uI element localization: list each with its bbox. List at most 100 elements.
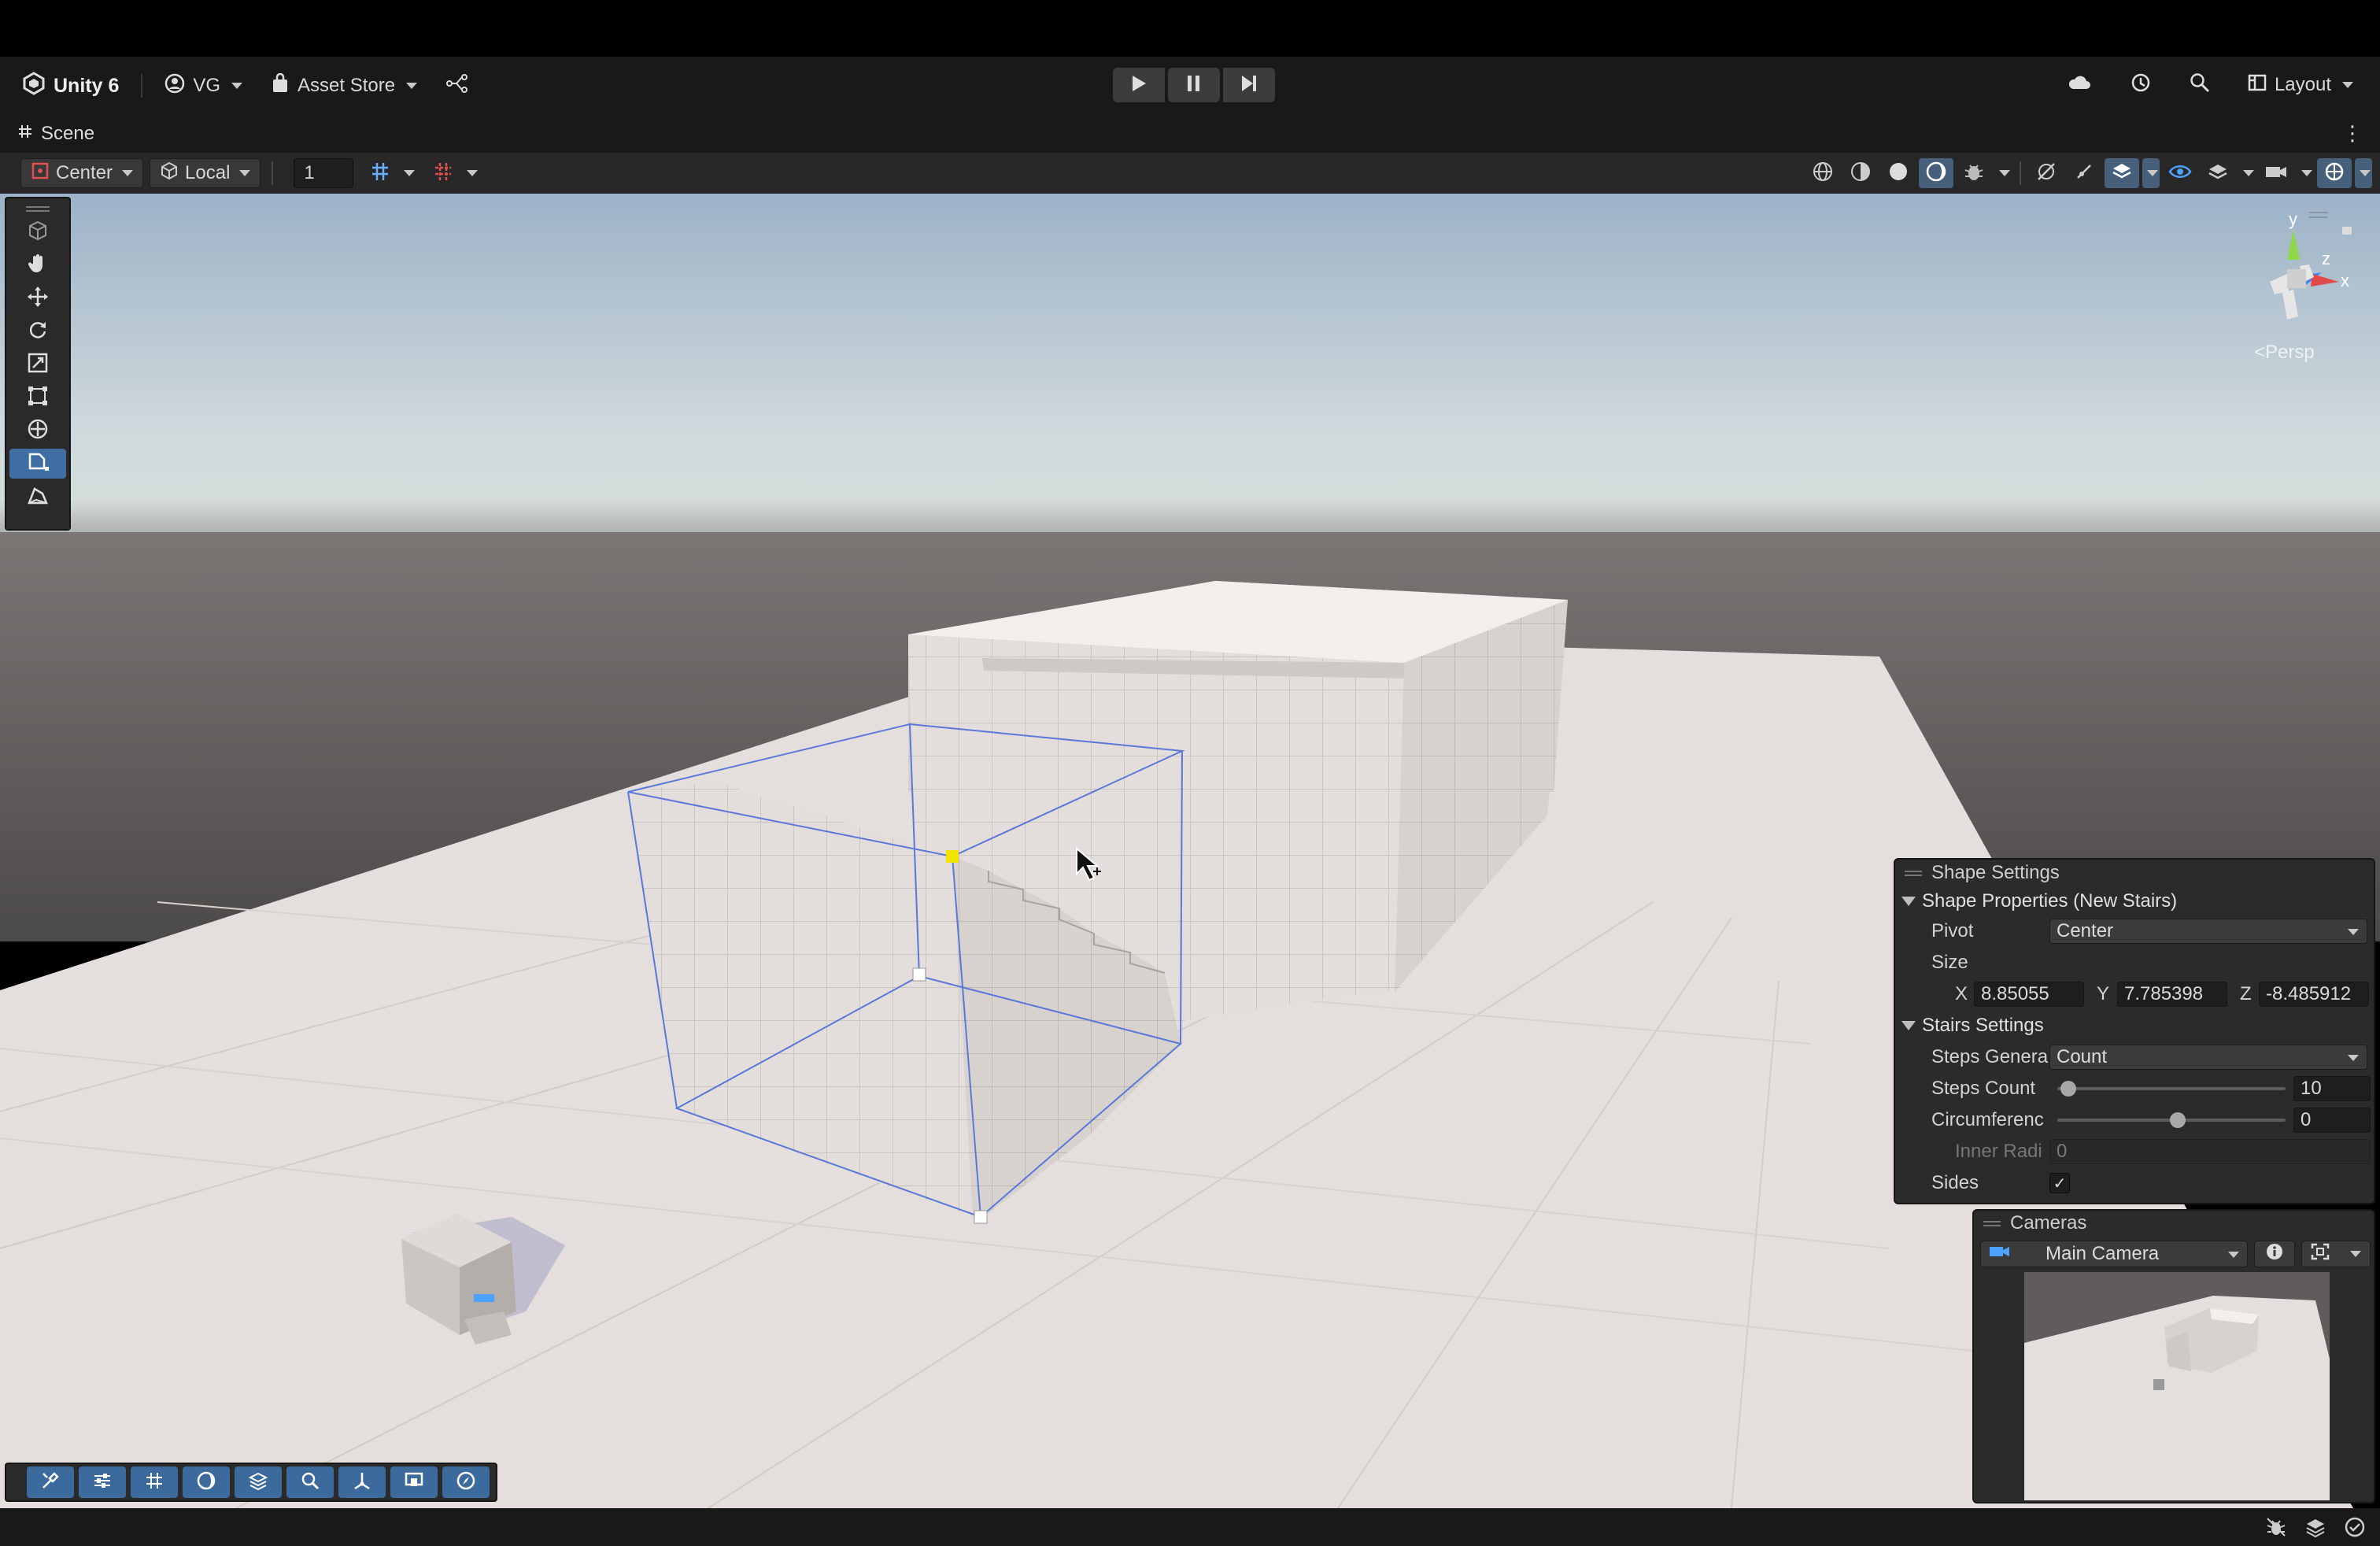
layout-dropdown[interactable]: Layout <box>2237 68 2364 102</box>
search-overlay-button[interactable] <box>286 1466 334 1498</box>
grid-snapping-button[interactable] <box>131 1466 178 1498</box>
move-tool-button[interactable] <box>9 283 66 313</box>
foldout-arrow-icon <box>1901 1021 1916 1030</box>
steps-count-label: Steps Count <box>1931 1078 2036 1099</box>
gizmos-toggle-button[interactable] <box>2317 158 2352 188</box>
grid-snap-button[interactable] <box>363 158 397 188</box>
transform-tool-button[interactable] <box>9 416 66 446</box>
cameras-header[interactable]: Cameras <box>1974 1211 2374 1236</box>
toolbar-divider <box>272 161 274 185</box>
search-button[interactable] <box>2179 68 2221 102</box>
unity-logo-button[interactable]: Unity 6 <box>11 68 130 103</box>
camera-info-button[interactable] <box>2254 1241 2295 1267</box>
tool-settings-button[interactable] <box>79 1466 126 1498</box>
debug-icon[interactable] <box>2265 1516 2287 1542</box>
stairs-settings-foldout[interactable]: Stairs Settings <box>1895 1011 2374 1041</box>
drag-handle[interactable] <box>6 203 69 214</box>
account-dropdown[interactable]: VG <box>153 68 253 103</box>
cache-server-icon[interactable] <box>2304 1516 2326 1542</box>
light-icon <box>2073 161 2095 187</box>
sides-row: Sides ✓ <box>1895 1168 2374 1198</box>
circumference-field[interactable]: 0 <box>2293 1108 2371 1133</box>
gizmos-dropdown[interactable] <box>2355 158 2372 188</box>
tools-overlay-button[interactable] <box>27 1466 74 1498</box>
version-control-button[interactable] <box>434 68 480 103</box>
navigation-overlay-button[interactable] <box>442 1466 490 1498</box>
layers-dropdown[interactable] <box>2238 158 2256 188</box>
size-y-label[interactable]: Y <box>2097 983 2109 1005</box>
scale-tool-button[interactable] <box>9 350 66 379</box>
steps-count-field[interactable]: 10 <box>2293 1076 2371 1101</box>
steps-count-slider-handle[interactable] <box>2060 1081 2076 1097</box>
camera-settings-button[interactable] <box>2259 158 2293 188</box>
cloud-button[interactable] <box>2056 68 2103 102</box>
size-z-label[interactable]: Z <box>2240 983 2252 1005</box>
wireframe-draw-mode-button[interactable] <box>1805 158 1840 188</box>
pivot-handle-yellow <box>946 850 959 863</box>
debug-draw-mode-button[interactable] <box>1957 158 1991 188</box>
camera-monitor-icon <box>404 1470 424 1495</box>
circumference-slider-handle[interactable] <box>2170 1112 2186 1128</box>
size-y-field[interactable]: 7.785398 <box>2117 982 2227 1007</box>
size-x-label[interactable]: X <box>1955 983 1968 1005</box>
effects-toggle-button[interactable] <box>2105 158 2139 188</box>
layout-icon <box>2248 73 2267 98</box>
camera-select-dropdown[interactable]: Main Camera <box>1980 1241 2248 1267</box>
2d-toggle-button[interactable] <box>2029 158 2064 188</box>
projection-toggle[interactable]: <Persp <box>2254 342 2315 364</box>
camera-settings-dropdown[interactable] <box>2297 158 2314 188</box>
shape-settings-header[interactable]: Shape Settings <box>1895 860 2374 886</box>
chevron-down-icon <box>2342 82 2353 88</box>
probuilder-shape-tool-button[interactable] <box>9 449 66 479</box>
undo-history-button[interactable] <box>2119 68 2163 102</box>
poly-shape-tool-button[interactable] <box>9 482 66 512</box>
checkmark-icon: ✓ <box>2053 1174 2067 1193</box>
hand-tool-button[interactable] <box>9 250 66 280</box>
pivot-rotation-dropdown[interactable]: Local <box>150 158 261 188</box>
scene-visibility-button[interactable] <box>2163 158 2197 188</box>
increment-snap-button[interactable] <box>426 158 460 188</box>
rect-tool-button[interactable] <box>9 383 66 412</box>
size-z-field[interactable]: -8.485912 <box>2259 982 2369 1007</box>
rotate-tool-button[interactable] <box>9 316 66 346</box>
tab-scene[interactable]: Scene <box>17 123 94 145</box>
pivot-dropdown[interactable]: Center <box>2049 919 2367 944</box>
info-icon <box>2266 1243 2283 1266</box>
gizmo-layers-button[interactable] <box>2201 158 2235 188</box>
lighting-toggle-button[interactable] <box>2067 158 2101 188</box>
shaded-mode-button[interactable] <box>1919 158 1953 188</box>
effects-dropdown[interactable] <box>2142 158 2160 188</box>
cameras-overlay: Cameras Main Camera <box>1972 1209 2375 1503</box>
check-circle-icon[interactable] <box>2344 1516 2366 1542</box>
shape-properties-foldout[interactable]: Shape Properties (New Stairs) <box>1895 886 2374 916</box>
layout-label: Layout <box>2274 74 2331 95</box>
view-tool-cube-button[interactable] <box>9 217 66 247</box>
play-button[interactable] <box>1113 68 1165 102</box>
view-options-button[interactable] <box>235 1466 282 1498</box>
sides-checkbox[interactable]: ✓ <box>2049 1173 2070 1193</box>
pause-button[interactable] <box>1168 68 1220 102</box>
orientation-overlay-button[interactable] <box>338 1466 386 1498</box>
size-x-field[interactable]: 8.85055 <box>1974 982 2084 1007</box>
rect-transform-icon <box>27 385 49 411</box>
grid-snap-dropdown[interactable] <box>397 158 418 188</box>
cameras-overlay-button[interactable] <box>390 1466 438 1498</box>
size-fields-row: X 8.85055 Y 7.785398 Z -8.485912 <box>1895 979 2374 1009</box>
shaded-wireframe-mode-button[interactable] <box>1843 158 1878 188</box>
increment-snap-dropdown[interactable] <box>460 158 481 188</box>
tool-palette <box>5 197 71 531</box>
steps-generation-dropdown[interactable]: Count <box>2049 1045 2367 1070</box>
toolbar-divider <box>141 74 143 98</box>
unlit-mode-button[interactable] <box>1881 158 1916 188</box>
steps-count-slider[interactable] <box>2057 1087 2286 1090</box>
app-name: Unity 6 <box>54 74 120 97</box>
pivot-mode-dropdown[interactable]: Center <box>20 158 144 188</box>
grid-size-input[interactable]: 1 <box>294 158 354 188</box>
debug-draw-dropdown[interactable] <box>1994 158 2012 188</box>
step-button[interactable] <box>1223 68 1275 102</box>
camera-overscan-dropdown[interactable] <box>2301 1241 2371 1267</box>
draw-modes-button[interactable] <box>183 1466 230 1498</box>
asset-store-dropdown[interactable]: Asset Store <box>260 68 428 103</box>
more-options-icon[interactable]: ⋮ <box>2342 121 2363 146</box>
rotate-icon <box>27 319 49 345</box>
